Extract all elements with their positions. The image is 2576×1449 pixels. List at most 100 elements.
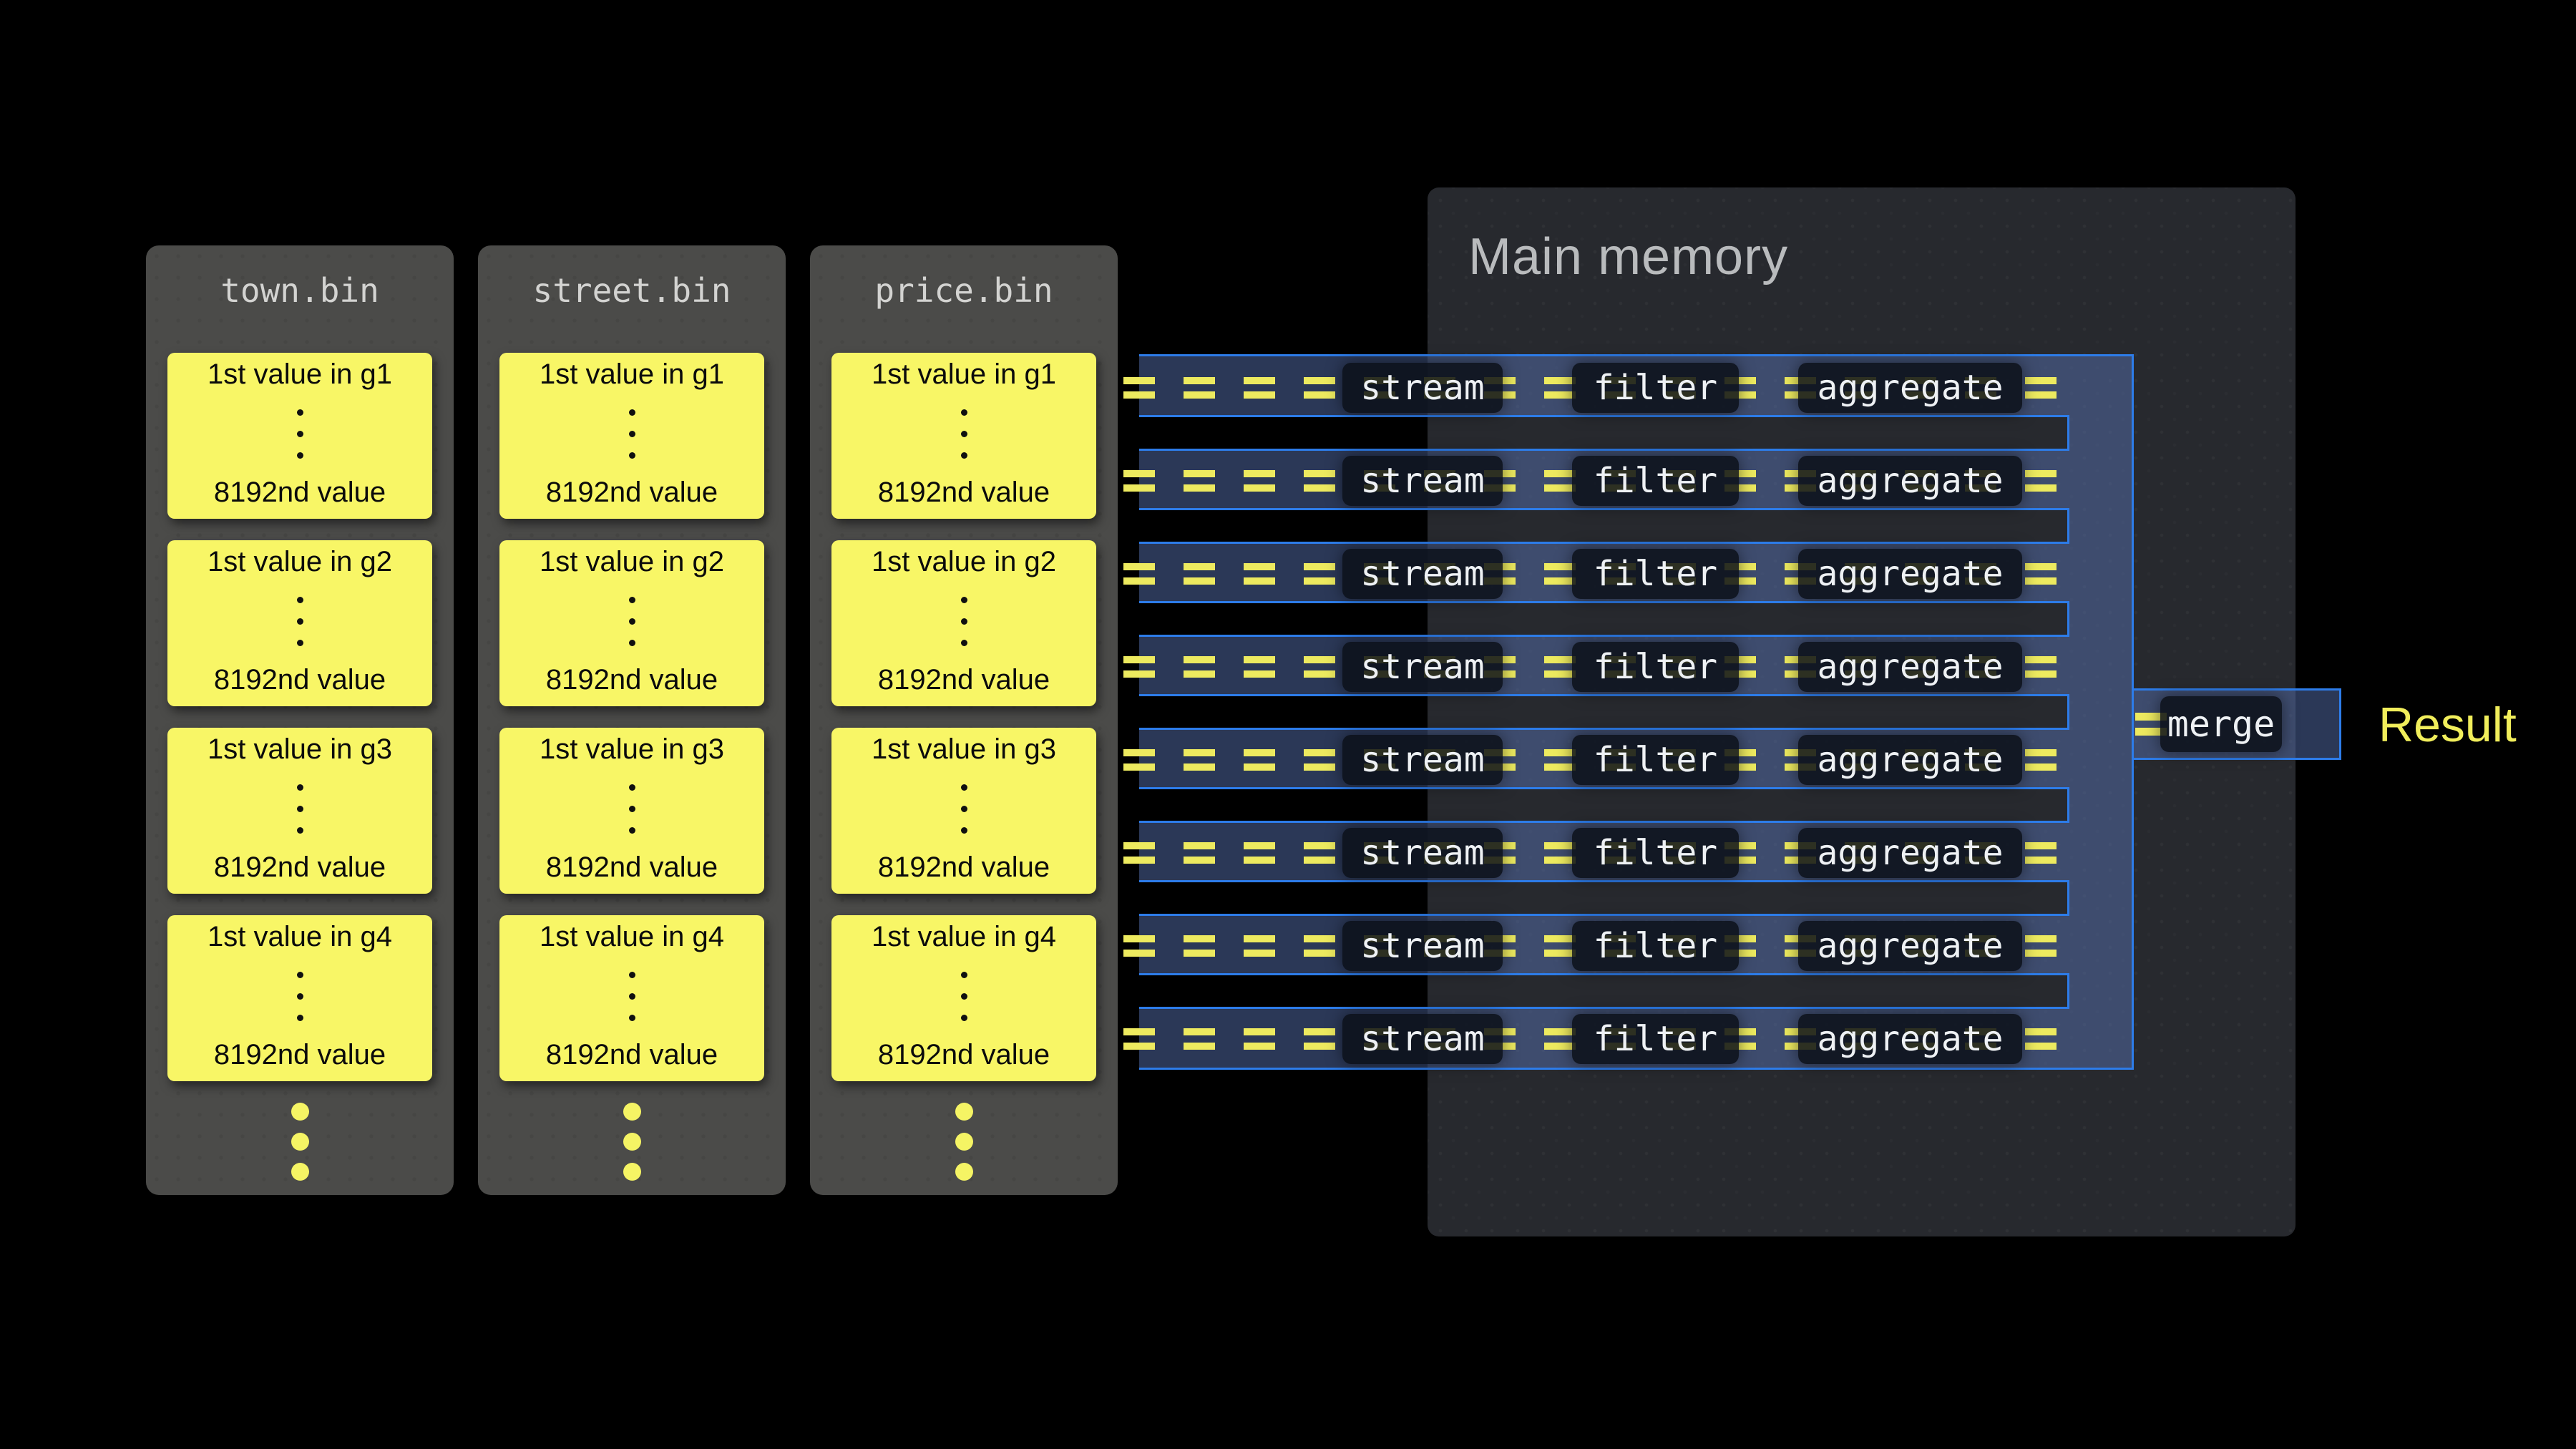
pipeline-lane: stream filter aggregate xyxy=(1139,635,2132,698)
granule-first-value: 1st value in g1 xyxy=(208,358,392,391)
pipeline-lane: stream filter aggregate xyxy=(1139,356,2132,419)
ellipsis-dot xyxy=(291,1163,309,1181)
granule-last-value: 8192nd value xyxy=(214,477,386,509)
granule-last-value: 8192nd value xyxy=(546,664,718,696)
file-column: price.bin 1st value in g1 8192nd value 1… xyxy=(810,245,1118,1195)
stream-chip: stream xyxy=(1342,828,1503,878)
stream-chip: stream xyxy=(1342,363,1503,413)
granule-last-value: 8192nd value xyxy=(214,852,386,884)
ellipsis-dot xyxy=(297,993,303,1000)
pipeline-lane: stream filter aggregate xyxy=(1139,542,2132,605)
pipeline-lane: stream filter aggregate xyxy=(1139,449,2132,512)
ellipsis-dot xyxy=(961,1015,967,1021)
ellipsis-dot xyxy=(629,784,635,791)
granule-first-value: 1st value in g4 xyxy=(208,921,392,953)
granule-block: 1st value in g4 8192nd value xyxy=(499,915,764,1081)
granule-ellipsis xyxy=(629,972,635,1021)
filter-chip: filter xyxy=(1572,456,1739,506)
ellipsis-dot xyxy=(955,1163,973,1181)
pipeline-lane: stream filter aggregate xyxy=(1139,728,2132,791)
ellipsis-dot xyxy=(961,806,967,812)
ellipsis-dot xyxy=(297,640,303,646)
granule-block: 1st value in g4 8192nd value xyxy=(831,915,1096,1081)
granule-last-value: 8192nd value xyxy=(214,1039,386,1071)
granule-ellipsis xyxy=(297,972,303,1021)
more-granules-ellipsis xyxy=(478,1103,786,1181)
filter-chip: filter xyxy=(1572,921,1739,971)
file-name: price.bin xyxy=(810,270,1118,311)
granule-block: 1st value in g2 8192nd value xyxy=(831,540,1096,706)
ellipsis-dot xyxy=(297,806,303,812)
granule-block: 1st value in g3 8192nd value xyxy=(499,728,764,894)
aggregate-chip: aggregate xyxy=(1798,921,2022,971)
more-granules-ellipsis xyxy=(810,1103,1118,1181)
granule-first-value: 1st value in g3 xyxy=(872,733,1056,766)
granule-first-value: 1st value in g1 xyxy=(540,358,724,391)
file-name: street.bin xyxy=(478,270,786,311)
lane-gap xyxy=(1139,694,2069,730)
granule-ellipsis xyxy=(297,409,303,459)
stream-chip: stream xyxy=(1342,921,1503,971)
granule-last-value: 8192nd value xyxy=(878,1039,1050,1071)
ellipsis-dot xyxy=(629,972,635,978)
granule-first-value: 1st value in g4 xyxy=(540,921,724,953)
granule-first-value: 1st value in g2 xyxy=(208,546,392,578)
granule-ellipsis xyxy=(629,784,635,834)
stream-chip: stream xyxy=(1342,456,1503,506)
ellipsis-dot xyxy=(297,409,303,416)
granule-block: 1st value in g1 8192nd value xyxy=(499,353,764,519)
granule-block: 1st value in g1 8192nd value xyxy=(831,353,1096,519)
aggregate-chip: aggregate xyxy=(1798,456,2022,506)
granule-ellipsis xyxy=(629,409,635,459)
ellipsis-dot xyxy=(955,1133,973,1151)
granule-first-value: 1st value in g1 xyxy=(872,358,1056,391)
ellipsis-dot xyxy=(623,1133,641,1151)
granule-ellipsis xyxy=(961,597,967,646)
granule-first-value: 1st value in g4 xyxy=(872,921,1056,953)
ellipsis-dot xyxy=(629,993,635,1000)
stream-chip: stream xyxy=(1342,735,1503,785)
ellipsis-dot xyxy=(291,1103,309,1121)
ellipsis-dot xyxy=(961,452,967,459)
ellipsis-dot xyxy=(297,431,303,437)
granule-last-value: 8192nd value xyxy=(878,477,1050,509)
granule-ellipsis xyxy=(629,597,635,646)
ellipsis-dot xyxy=(961,827,967,834)
ellipsis-dot xyxy=(629,827,635,834)
ellipsis-dot xyxy=(629,618,635,625)
ellipsis-dot xyxy=(297,784,303,791)
ellipsis-dot xyxy=(297,1015,303,1021)
granule-first-value: 1st value in g3 xyxy=(208,733,392,766)
granule-blocks: 1st value in g1 8192nd value 1st value i… xyxy=(478,353,786,1081)
lane-gap xyxy=(1139,601,2069,637)
ellipsis-dot xyxy=(297,827,303,834)
granule-last-value: 8192nd value xyxy=(546,852,718,884)
lane-gap xyxy=(1139,508,2069,544)
granule-first-value: 1st value in g3 xyxy=(540,733,724,766)
aggregate-chip: aggregate xyxy=(1798,363,2022,413)
granule-block: 1st value in g1 8192nd value xyxy=(167,353,432,519)
pipeline-lane: stream filter aggregate xyxy=(1139,1008,2132,1070)
ellipsis-dot xyxy=(623,1103,641,1121)
granule-last-value: 8192nd value xyxy=(546,1039,718,1071)
granule-first-value: 1st value in g2 xyxy=(872,546,1056,578)
pipeline-lane: stream filter aggregate xyxy=(1139,914,2132,977)
ellipsis-dot xyxy=(961,431,967,437)
granule-last-value: 8192nd value xyxy=(878,852,1050,884)
ellipsis-dot xyxy=(629,452,635,459)
granule-last-value: 8192nd value xyxy=(546,477,718,509)
ellipsis-dot xyxy=(623,1163,641,1181)
granule-last-value: 8192nd value xyxy=(214,664,386,696)
filter-chip: filter xyxy=(1572,642,1739,692)
stream-chip: stream xyxy=(1342,1014,1503,1064)
ellipsis-dot xyxy=(629,597,635,603)
aggregate-chip: aggregate xyxy=(1798,1014,2022,1064)
stream-chip: stream xyxy=(1342,642,1503,692)
granule-block: 1st value in g3 8192nd value xyxy=(831,728,1096,894)
pipeline-region: stream filter aggregate stream filter ag… xyxy=(1139,354,2134,1070)
ellipsis-dot xyxy=(629,806,635,812)
file-columns: town.bin 1st value in g1 8192nd value 1s… xyxy=(146,245,1118,1195)
diagram-canvas: town.bin 1st value in g1 8192nd value 1s… xyxy=(0,0,2576,1449)
ellipsis-dot xyxy=(629,431,635,437)
ellipsis-dot xyxy=(955,1103,973,1121)
